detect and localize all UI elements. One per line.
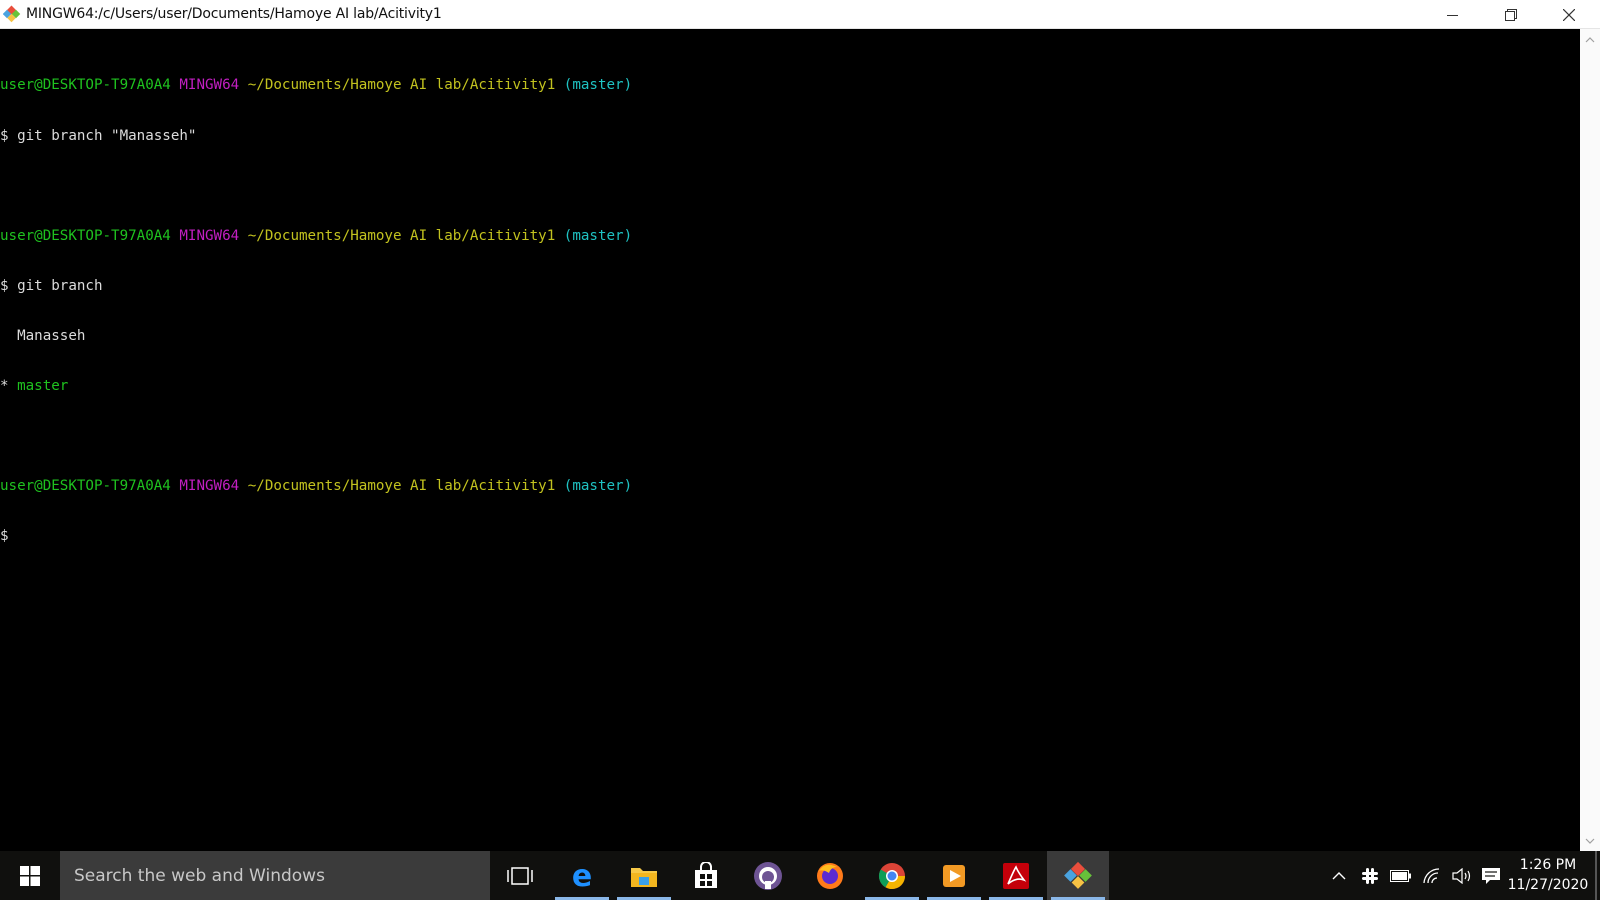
task-view-icon xyxy=(507,866,533,885)
current-branch-name: master xyxy=(17,377,69,394)
svg-text:e: e xyxy=(572,862,592,890)
wifi-icon xyxy=(1423,867,1440,883)
prompt-user: user@DESKTOP-T97A0A4 xyxy=(0,478,171,495)
search-placeholder: Search the web and Windows xyxy=(74,865,325,886)
search-input[interactable]: Search the web and Windows xyxy=(60,851,490,900)
terminal-output[interactable]: user@DESKTOP-T97A0A4 MINGW64 ~/Documents… xyxy=(0,29,1580,851)
taskbar-edge[interactable]: e xyxy=(551,851,613,900)
prompt-system: MINGW64 xyxy=(179,227,240,244)
tray-slack[interactable] xyxy=(1358,851,1382,900)
windows-logo-icon xyxy=(20,865,40,886)
input-prompt[interactable]: $ xyxy=(0,528,1580,545)
prompt-path: ~/Documents/Hamoye AI lab/Acitivity1 xyxy=(247,227,556,244)
branch-output: Manasseh xyxy=(0,327,86,344)
vertical-scrollbar[interactable] xyxy=(1580,29,1600,851)
notification-icon xyxy=(1482,867,1500,884)
start-button[interactable] xyxy=(0,851,60,900)
git-bash-icon xyxy=(1064,861,1092,889)
tray-overflow-button[interactable] xyxy=(1327,851,1351,900)
command-line: $ git branch "Manasseh" xyxy=(0,127,197,144)
taskbar-clock[interactable]: 1:26 PM 11/27/2020 xyxy=(1505,855,1591,895)
media-player-icon xyxy=(943,864,965,887)
prompt-user: user@DESKTOP-T97A0A4 xyxy=(0,77,171,94)
prompt-branch: (master) xyxy=(563,478,633,495)
github-icon xyxy=(754,861,782,890)
taskbar-media-player[interactable] xyxy=(923,851,985,900)
battery-icon xyxy=(1390,869,1411,882)
taskbar-chrome[interactable] xyxy=(861,851,923,900)
scroll-down-button[interactable] xyxy=(1580,832,1600,849)
show-desktop-button[interactable] xyxy=(1595,851,1597,900)
slack-icon xyxy=(1362,867,1378,884)
tray-wifi[interactable] xyxy=(1420,851,1444,900)
tray-notifications[interactable] xyxy=(1479,851,1503,900)
minimize-button[interactable] xyxy=(1424,0,1482,29)
edge-icon: e xyxy=(572,862,592,890)
store-icon xyxy=(695,861,717,888)
taskbar-file-explorer[interactable] xyxy=(613,851,675,900)
taskbar-firefox[interactable] xyxy=(799,851,861,900)
file-explorer-icon xyxy=(631,867,657,887)
branch-output-current: * master xyxy=(0,378,1580,395)
prompt-system: MINGW64 xyxy=(179,478,240,495)
restore-icon xyxy=(1505,8,1517,21)
prompt-branch: (master) xyxy=(563,227,633,244)
clock-time: 1:26 PM xyxy=(1519,857,1577,873)
taskbar-github[interactable] xyxy=(737,851,799,900)
close-button[interactable] xyxy=(1540,0,1598,29)
taskbar-acrobat[interactable] xyxy=(985,851,1047,900)
tray-battery[interactable] xyxy=(1388,851,1414,900)
window-title: MINGW64:/c/Users/user/Documents/Hamoye A… xyxy=(26,6,442,22)
firefox-icon xyxy=(817,862,843,889)
prompt-line: user@DESKTOP-T97A0A4 MINGW64 ~/Documents… xyxy=(0,77,1580,94)
restore-button[interactable] xyxy=(1482,0,1540,29)
prompt-path: ~/Documents/Hamoye AI lab/Acitivity1 xyxy=(247,77,556,94)
prompt-user: user@DESKTOP-T97A0A4 xyxy=(0,227,171,244)
volume-icon xyxy=(1452,867,1471,884)
prompt-line: user@DESKTOP-T97A0A4 MINGW64 ~/Documents… xyxy=(0,228,1580,245)
taskbar: Search the web and Windows e 1:26 PM 11/… xyxy=(0,851,1600,900)
chevron-up-icon xyxy=(1585,36,1595,42)
prompt-branch: (master) xyxy=(563,77,633,94)
command-line: $ git branch xyxy=(0,277,103,294)
prompt-path: ~/Documents/Hamoye AI lab/Acitivity1 xyxy=(247,478,556,495)
tray-volume[interactable] xyxy=(1450,851,1474,900)
prompt-line: user@DESKTOP-T97A0A4 MINGW64 ~/Documents… xyxy=(0,478,1580,495)
minimize-icon xyxy=(1447,14,1458,16)
chevron-down-icon xyxy=(1585,838,1595,844)
taskbar-store[interactable] xyxy=(675,851,737,900)
acrobat-icon xyxy=(1003,862,1029,889)
task-view-button[interactable] xyxy=(489,851,551,900)
git-bash-icon xyxy=(1,3,23,25)
title-bar[interactable]: MINGW64:/c/Users/user/Documents/Hamoye A… xyxy=(0,0,1600,29)
scroll-up-button[interactable] xyxy=(1580,31,1600,48)
taskbar-git-bash[interactable] xyxy=(1047,851,1109,900)
clock-date: 11/27/2020 xyxy=(1507,877,1589,893)
current-branch-marker: * xyxy=(0,377,18,394)
prompt-system: MINGW64 xyxy=(179,77,240,94)
chevron-up-icon xyxy=(1332,872,1346,880)
chrome-icon xyxy=(878,862,906,889)
close-icon xyxy=(1563,8,1575,21)
